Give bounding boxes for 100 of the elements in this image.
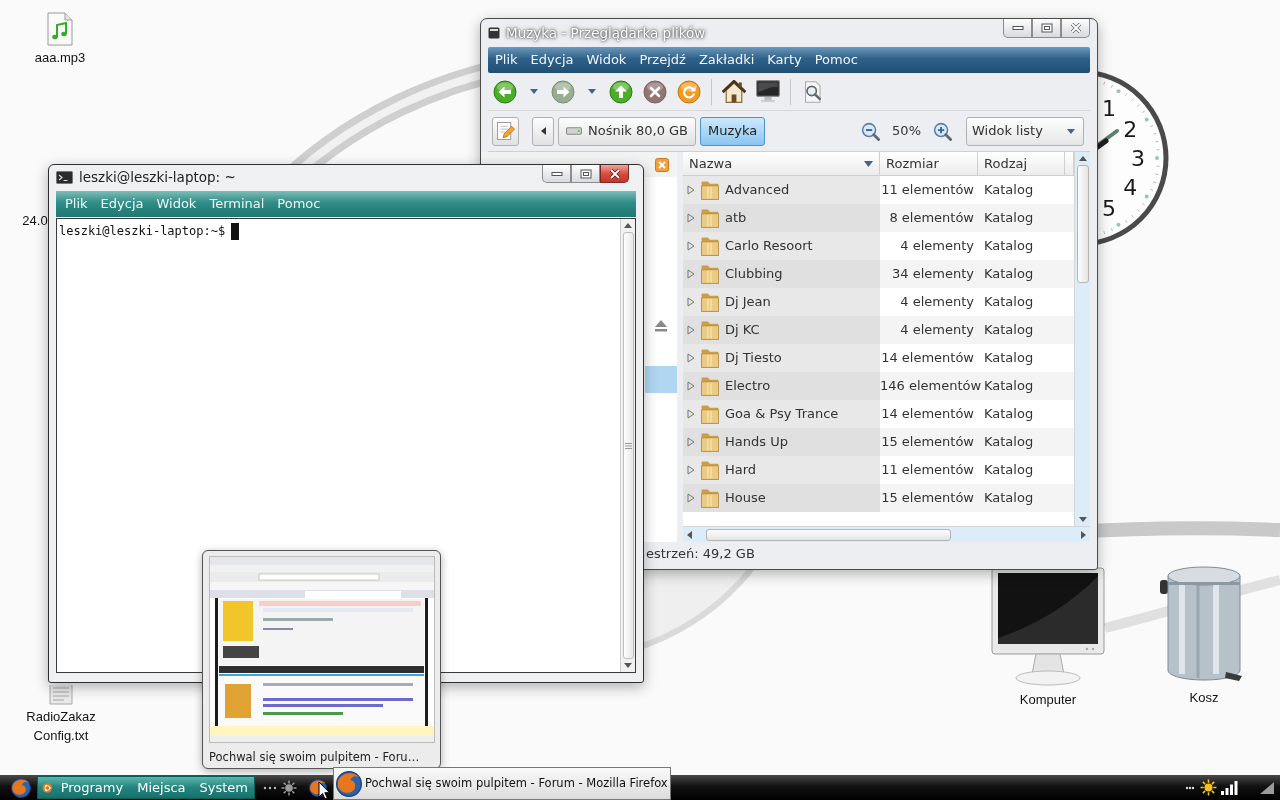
- folder-name: Dj Jean: [725, 293, 771, 312]
- close-sidebar-button[interactable]: [655, 157, 669, 172]
- type-cell-text: Katalog: [983, 489, 1035, 508]
- scrollbar-thumb[interactable]: [1076, 165, 1089, 283]
- house-icon: [722, 80, 746, 103]
- menu-item[interactable]: Terminal: [204, 193, 270, 215]
- type-cell-text: Katalog: [983, 405, 1035, 424]
- expander-icon[interactable]: [687, 437, 695, 447]
- folder-name: House: [725, 489, 766, 508]
- folder-icon: [701, 236, 719, 256]
- expander-icon[interactable]: [687, 353, 695, 363]
- volume-icon[interactable]: [1260, 781, 1274, 794]
- monitor-icon[interactable]: [989, 566, 1107, 688]
- size-cell-text: 15 elementów: [880, 433, 975, 452]
- expander-icon[interactable]: [687, 325, 695, 335]
- column-header[interactable]: Rozmiar: [880, 152, 978, 176]
- maximize-button[interactable]: [1032, 19, 1061, 38]
- close-icon: [608, 168, 621, 179]
- eject-icon[interactable]: [654, 319, 668, 332]
- sun-icon[interactable]: [281, 779, 297, 796]
- menu-item[interactable]: Edycja: [525, 49, 579, 71]
- menu-item[interactable]: System: [193, 777, 254, 798]
- icon-label[interactable]: 24.0: [22, 212, 48, 231]
- minimize-button[interactable]: [542, 165, 571, 183]
- type-cell-text: Katalog: [983, 237, 1035, 256]
- menu-item[interactable]: Plik: [490, 49, 523, 71]
- file-row[interactable]: House 15 elementów Katalog: [683, 484, 1074, 512]
- launcher-button[interactable]: [8, 775, 34, 800]
- music-file-icon[interactable]: [47, 12, 73, 46]
- pencil-document-icon: [496, 122, 515, 140]
- maximize-button[interactable]: [571, 165, 600, 183]
- path-left-button[interactable]: [532, 116, 554, 146]
- column-header[interactable]: Rodzaj: [978, 152, 1065, 176]
- menu-item[interactable]: Programy: [54, 777, 130, 798]
- clock-numeral: 3: [1131, 146, 1145, 171]
- expander-icon[interactable]: [687, 493, 695, 503]
- caret-left-icon: [540, 127, 546, 135]
- expander-icon[interactable]: [687, 269, 695, 279]
- size-cell-text: 14 elementów: [880, 405, 975, 424]
- close-button[interactable]: [600, 165, 629, 183]
- reload-icon: [677, 79, 701, 104]
- expander-icon[interactable]: [687, 381, 695, 391]
- size-cell-text: 14 elementów: [880, 349, 975, 368]
- type-cell-text: Katalog: [983, 209, 1035, 228]
- signal-icon[interactable]: [1221, 780, 1238, 795]
- scroll-right-icon[interactable]: [1081, 530, 1086, 539]
- file-row[interactable]: Hands Up 15 elementów Katalog: [683, 428, 1074, 456]
- zoom-in-icon[interactable]: [933, 121, 952, 141]
- menu-item[interactable]: Zakładki: [693, 49, 760, 71]
- minimize-button[interactable]: [1003, 19, 1032, 38]
- menu-item[interactable]: Pomoc: [809, 49, 863, 71]
- icon-label[interactable]: Komputer: [1019, 691, 1077, 710]
- file-row[interactable]: Dj KC 4 elementy Katalog: [683, 316, 1074, 344]
- folder-icon: [701, 460, 719, 480]
- edit-location-button[interactable]: [492, 116, 519, 146]
- expander-icon[interactable]: [687, 185, 695, 195]
- scroll-left-icon[interactable]: [687, 530, 692, 539]
- menu-item[interactable]: Edycja: [95, 193, 149, 215]
- size-cell-text: 15 elementów: [880, 489, 975, 508]
- expander-icon[interactable]: [687, 241, 695, 251]
- file-row[interactable]: Electro 146 elementów Katalog: [683, 372, 1074, 400]
- window-title: leszki@leszki-laptop: ~: [79, 167, 236, 187]
- mouse-pointer-icon: [318, 781, 330, 800]
- scroll-down-icon[interactable]: [1078, 517, 1087, 522]
- menu-item[interactable]: Miejsca: [131, 777, 192, 798]
- menu-item[interactable]: Przejdź: [634, 49, 691, 71]
- icon-label[interactable]: RadioZakaz Config.txt: [21, 708, 101, 746]
- expander-icon[interactable]: [687, 465, 695, 475]
- sun-icon[interactable]: [1200, 779, 1217, 796]
- zoom-level: 50%: [892, 122, 921, 141]
- icon-label[interactable]: aaa.mp3: [34, 49, 86, 68]
- icon-label[interactable]: Kosz: [1189, 689, 1219, 708]
- view-dropdown[interactable]: Widok listy: [966, 116, 1084, 146]
- column-header[interactable]: Nazwa: [683, 152, 880, 176]
- path-button[interactable]: Nośnik 80,0 GB: [558, 116, 697, 146]
- taskbar-button[interactable]: Pochwal się swoim pulpitem - Forum - Mozilla Firefox: [333, 767, 671, 800]
- folder-icon: [701, 264, 719, 284]
- path-button[interactable]: Muzyka: [700, 116, 766, 146]
- scrollbar-thumb[interactable]: [706, 528, 951, 541]
- scroll-up-icon[interactable]: [624, 223, 632, 228]
- expander-icon[interactable]: [687, 409, 695, 419]
- scroll-up-icon[interactable]: [1078, 156, 1087, 161]
- browser-preview-drawing[interactable]: [209, 556, 435, 743]
- menu-item[interactable]: Pomoc: [272, 193, 326, 215]
- expander-icon[interactable]: [687, 213, 695, 223]
- search-icon: [805, 80, 821, 103]
- zoom-out-icon[interactable]: [861, 121, 881, 141]
- expander-icon[interactable]: [687, 297, 695, 307]
- type-cell-text: Katalog: [983, 349, 1035, 368]
- type-cell-text: Katalog: [983, 461, 1035, 480]
- menu-item[interactable]: Widok: [151, 193, 202, 215]
- menu-item[interactable]: Widok: [581, 49, 632, 71]
- file-row[interactable]: atb 8 elementów Katalog: [683, 204, 1074, 232]
- menu-item[interactable]: Karty: [762, 49, 807, 71]
- type-cell-text: Katalog: [983, 433, 1035, 452]
- folder-icon: [701, 488, 719, 508]
- folder-name: Electro: [725, 377, 771, 396]
- menu-item[interactable]: Plik: [60, 193, 93, 215]
- scrollbar-thumb[interactable]: [622, 232, 634, 659]
- file-row[interactable]: Clubbing 34 elementy Katalog: [683, 260, 1074, 288]
